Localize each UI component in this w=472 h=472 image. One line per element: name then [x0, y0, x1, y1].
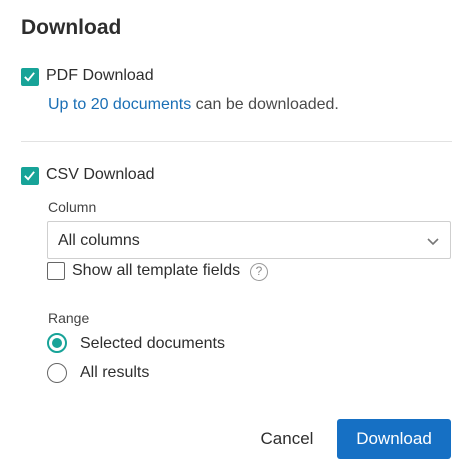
show-template-fields-checkbox[interactable]: [47, 262, 65, 280]
help-icon[interactable]: ?: [250, 263, 268, 281]
pdf-download-label: PDF Download: [46, 67, 154, 84]
csv-download-checkbox[interactable]: [21, 167, 39, 185]
range-radio-all-results[interactable]: [47, 363, 67, 383]
column-select-value: All columns: [58, 232, 140, 249]
csv-download-label: CSV Download: [46, 166, 155, 183]
column-field-label: Column: [48, 199, 97, 215]
download-dialog: Download PDF Download Up to 20 documents…: [0, 0, 472, 472]
pdf-download-checkbox[interactable]: [21, 68, 39, 86]
pdf-download-info: Up to 20 documents can be downloaded.: [48, 96, 339, 114]
download-button[interactable]: Download: [337, 419, 451, 459]
range-field-label: Range: [48, 310, 90, 326]
dialog-title: Download: [21, 16, 122, 39]
cancel-button[interactable]: Cancel: [244, 419, 330, 459]
show-template-fields-label: Show all template fields: [72, 262, 241, 279]
section-divider: [21, 141, 452, 142]
range-option-label: All results: [80, 364, 150, 381]
chevron-down-icon: [427, 238, 439, 246]
checkmark-icon: [24, 72, 35, 82]
document-limit-link[interactable]: Up to 20 documents: [48, 96, 191, 113]
range-option-label: Selected documents: [80, 335, 225, 352]
range-radio-selected-documents[interactable]: [47, 333, 67, 353]
checkmark-icon: [24, 171, 35, 181]
pdf-info-text: can be downloaded.: [191, 96, 339, 113]
column-select[interactable]: All columns: [47, 221, 451, 259]
